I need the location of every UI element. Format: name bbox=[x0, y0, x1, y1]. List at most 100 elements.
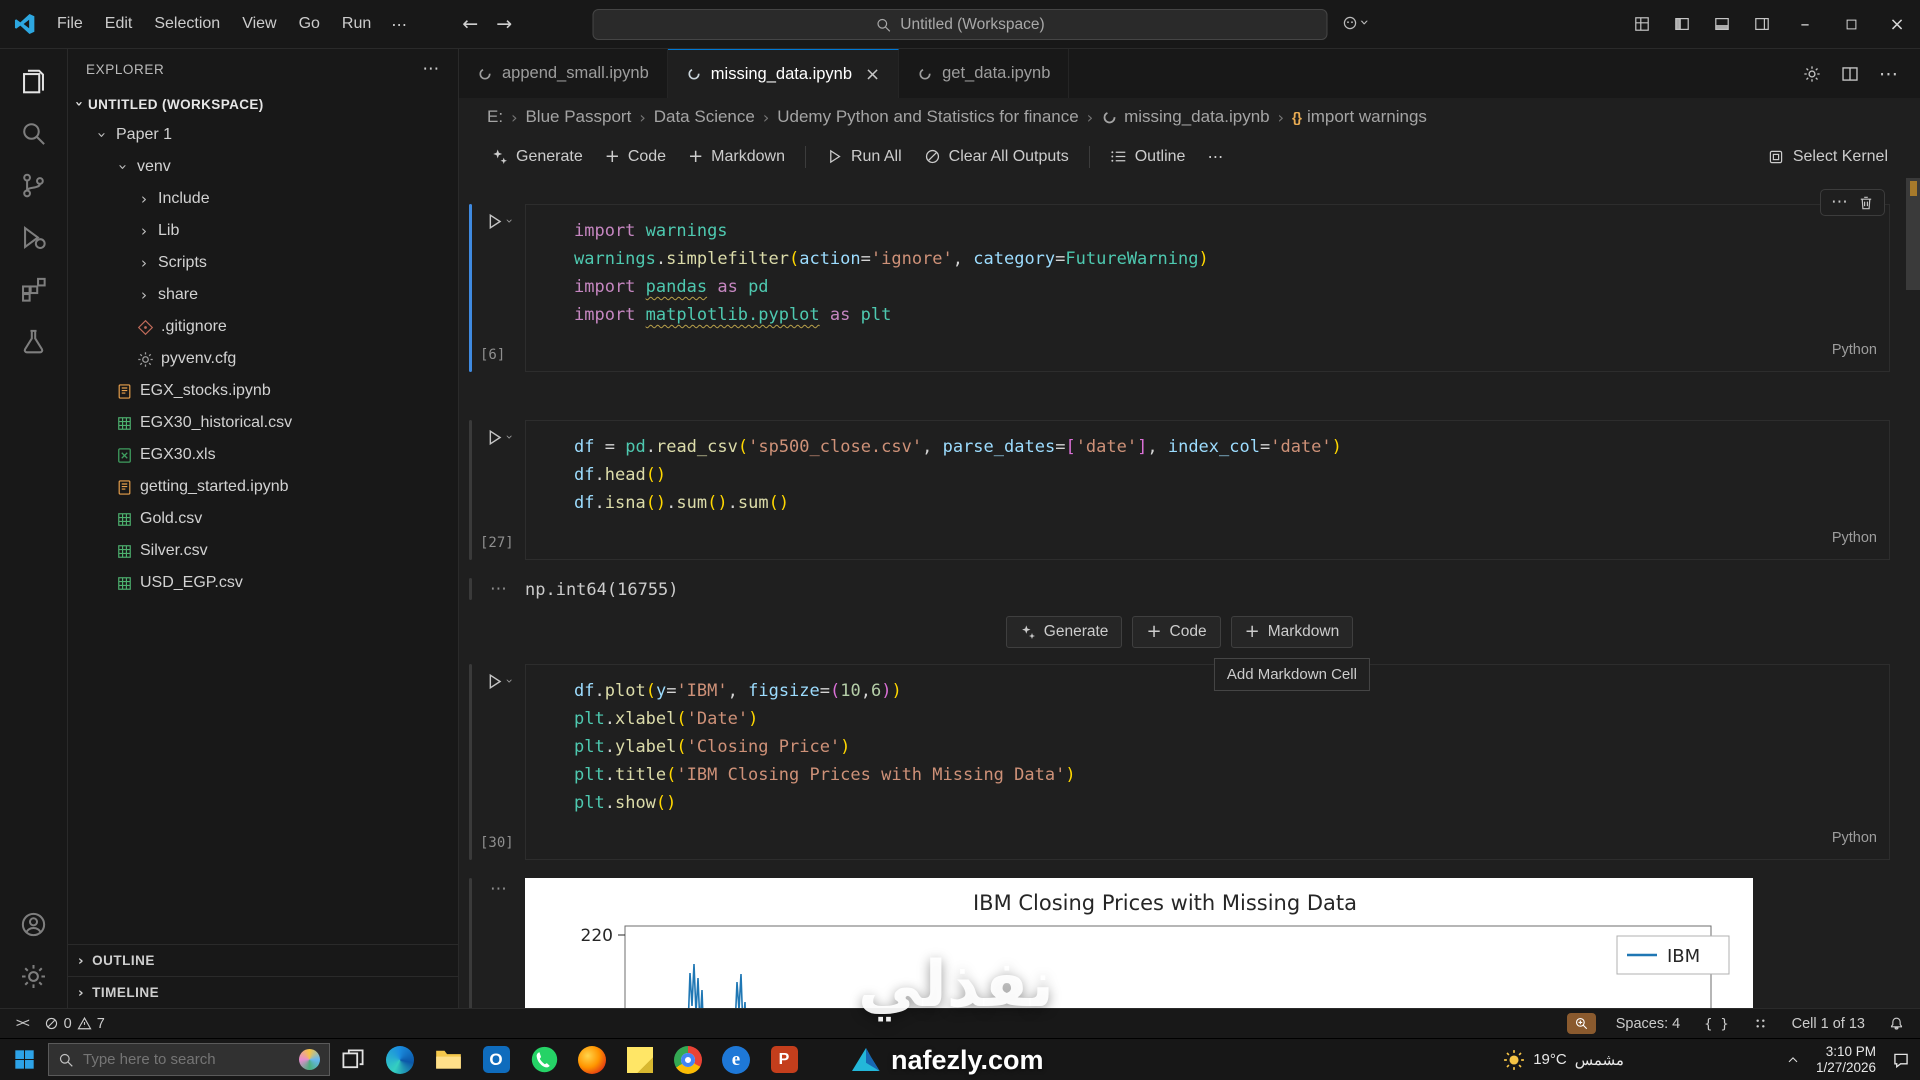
problems-indicator[interactable]: 0 7 bbox=[40, 1016, 109, 1032]
tab-get_data.ipynb[interactable]: get_data.ipynb bbox=[899, 49, 1069, 98]
editor-more-actions-icon[interactable]: ⋯ bbox=[1879, 63, 1898, 85]
chevron-down-icon[interactable]: › bbox=[507, 430, 512, 444]
taskbar-app-firefox[interactable] bbox=[568, 1039, 616, 1080]
clear-all-outputs-button[interactable]: Clear All Outputs bbox=[914, 143, 1079, 171]
split-editor-icon[interactable] bbox=[1841, 65, 1859, 83]
add-code-button[interactable]: +Code bbox=[1132, 616, 1220, 648]
cell-language-indicator[interactable]: Python bbox=[1832, 336, 1877, 364]
add-markdown-button[interactable]: + Markdown bbox=[678, 143, 795, 171]
tree-item[interactable]: ›venv bbox=[68, 151, 458, 183]
breadcrumb-item[interactable]: Blue Passport bbox=[525, 107, 631, 127]
chevron-down-icon[interactable]: › bbox=[507, 214, 512, 228]
indentation-indicator[interactable]: Spaces: 4 bbox=[1612, 1016, 1685, 1032]
cell-position-indicator[interactable]: Cell 1 of 13 bbox=[1788, 1016, 1869, 1032]
customize-layout-icon[interactable] bbox=[1622, 0, 1662, 48]
breadcrumb-item[interactable]: Udemy Python and Statistics for finance bbox=[777, 107, 1078, 127]
output-more-actions-icon[interactable]: ⋯ bbox=[490, 879, 507, 899]
run-cell-button[interactable] bbox=[485, 212, 504, 234]
notebook-settings-icon[interactable] bbox=[1803, 65, 1821, 83]
generate-button[interactable]: Generate bbox=[1006, 616, 1123, 648]
outline-button[interactable]: Outline bbox=[1100, 143, 1196, 171]
taskbar-app-edge[interactable] bbox=[376, 1039, 424, 1080]
scrollbar[interactable] bbox=[1906, 178, 1920, 1008]
braces-indicator[interactable]: { } bbox=[1700, 1016, 1732, 1032]
delete-cell-icon[interactable] bbox=[1858, 195, 1874, 211]
activity-explorer[interactable] bbox=[0, 55, 67, 107]
zoom-indicator[interactable] bbox=[1567, 1013, 1596, 1034]
breadcrumb-item[interactable]: missing_data.ipynb bbox=[1101, 107, 1270, 127]
code-editor[interactable]: import warningswarnings.simplefilter(act… bbox=[525, 204, 1890, 372]
grid-status-icon[interactable] bbox=[1749, 1016, 1772, 1031]
activity-account[interactable] bbox=[0, 898, 67, 950]
tree-item[interactable]: ›Paper 1 bbox=[68, 119, 458, 151]
taskbar-search[interactable] bbox=[48, 1043, 330, 1076]
toggle-secondary-sidebar-icon[interactable] bbox=[1742, 0, 1782, 48]
sidebar-section-timeline[interactable]: ›TIMELINE bbox=[68, 976, 458, 1008]
cell-language-indicator[interactable]: Python bbox=[1832, 524, 1877, 552]
weather-widget[interactable]: 19°C مشمس bbox=[1503, 1049, 1624, 1071]
tree-item[interactable]: Gold.csv bbox=[68, 503, 458, 535]
notifications-bell-icon[interactable] bbox=[1885, 1016, 1908, 1031]
toggle-sidebar-icon[interactable] bbox=[1662, 0, 1702, 48]
menu-run[interactable]: Run bbox=[331, 10, 382, 38]
activity-source-control[interactable] bbox=[0, 159, 67, 211]
breadcrumb-item[interactable]: Data Science bbox=[654, 107, 755, 127]
close-icon[interactable]: × bbox=[865, 64, 880, 85]
run-all-button[interactable]: Run All bbox=[816, 143, 912, 171]
chevron-down-icon[interactable]: › bbox=[507, 674, 512, 688]
taskbar-app-powerpoint[interactable]: P bbox=[760, 1039, 808, 1080]
taskbar-app-file-explorer[interactable] bbox=[424, 1039, 472, 1080]
hidden-icons-chevron[interactable] bbox=[1786, 1053, 1800, 1067]
add-code-button[interactable]: + Code bbox=[595, 143, 676, 171]
output-more-actions-icon[interactable]: ⋯ bbox=[490, 579, 507, 599]
tree-item[interactable]: USD_EGP.csv bbox=[68, 567, 458, 599]
taskbar-app-sticky-notes[interactable] bbox=[616, 1039, 664, 1080]
tree-item[interactable]: getting_started.ipynb bbox=[68, 471, 458, 503]
forward-arrow-icon[interactable]: → bbox=[496, 13, 512, 35]
sidebar-section-outline[interactable]: ›OUTLINE bbox=[68, 944, 458, 976]
tree-item[interactable]: EGX30_historical.csv bbox=[68, 407, 458, 439]
action-center-icon[interactable] bbox=[1892, 1051, 1910, 1069]
back-arrow-icon[interactable]: ← bbox=[462, 13, 478, 35]
menu-selection[interactable]: Selection bbox=[143, 10, 231, 38]
code-editor[interactable]: df.plot(y='IBM', figsize=(10,6))plt.xlab… bbox=[525, 664, 1890, 860]
add-markdown-button[interactable]: +Markdown Add Markdown Cell bbox=[1231, 616, 1354, 648]
select-kernel-button[interactable]: Select Kernel bbox=[1760, 143, 1896, 171]
tree-item[interactable]: .gitignore bbox=[68, 311, 458, 343]
cell-language-indicator[interactable]: Python bbox=[1832, 824, 1877, 852]
tab-missing_data.ipynb[interactable]: missing_data.ipynb × bbox=[668, 49, 899, 98]
activity-search[interactable] bbox=[0, 107, 67, 159]
tree-item[interactable]: pyvenv.cfg bbox=[68, 343, 458, 375]
minimize-button[interactable]: – bbox=[1782, 0, 1828, 48]
menu-view[interactable]: View bbox=[231, 10, 287, 38]
tree-item[interactable]: Silver.csv bbox=[68, 535, 458, 567]
tree-item[interactable]: ›share bbox=[68, 279, 458, 311]
tree-item[interactable]: EGX_stocks.ipynb bbox=[68, 375, 458, 407]
taskbar-app-outlook[interactable]: O bbox=[472, 1039, 520, 1080]
tab-append_small.ipynb[interactable]: append_small.ipynb bbox=[459, 49, 668, 98]
taskbar-clock[interactable]: 3:10 PM 1/27/2026 bbox=[1816, 1044, 1876, 1076]
maximize-button[interactable] bbox=[1828, 0, 1874, 48]
code-editor[interactable]: df = pd.read_csv('sp500_close.csv', pars… bbox=[525, 420, 1890, 560]
activity-run-and-debug[interactable] bbox=[0, 211, 67, 263]
taskbar-app-chrome[interactable] bbox=[664, 1039, 712, 1080]
generate-button[interactable]: Generate bbox=[481, 143, 593, 171]
menu-go[interactable]: Go bbox=[288, 10, 331, 38]
menu-overflow-icon[interactable]: ⋯ bbox=[382, 10, 416, 39]
menu-edit[interactable]: Edit bbox=[94, 10, 144, 38]
activity-testing[interactable] bbox=[0, 315, 67, 367]
tree-item[interactable]: EGX30.xls bbox=[68, 439, 458, 471]
explorer-more-actions-icon[interactable]: ⋯ bbox=[422, 59, 440, 79]
breadcrumb-item[interactable]: {}import warnings bbox=[1292, 107, 1427, 127]
search-input[interactable] bbox=[83, 1051, 290, 1068]
close-button[interactable]: × bbox=[1874, 0, 1920, 48]
activity-extensions[interactable] bbox=[0, 263, 67, 315]
run-cell-button[interactable] bbox=[485, 428, 504, 450]
tree-item[interactable]: ›Include bbox=[68, 183, 458, 215]
taskbar-app-whatsapp[interactable] bbox=[520, 1039, 568, 1080]
start-button[interactable] bbox=[0, 1039, 48, 1080]
tree-item[interactable]: ›Lib bbox=[68, 215, 458, 247]
copilot-menu[interactable]: › bbox=[1342, 13, 1368, 32]
more-actions-icon[interactable]: ⋯ bbox=[1831, 194, 1848, 211]
workspace-root[interactable]: › UNTITLED (WORKSPACE) bbox=[68, 89, 458, 119]
